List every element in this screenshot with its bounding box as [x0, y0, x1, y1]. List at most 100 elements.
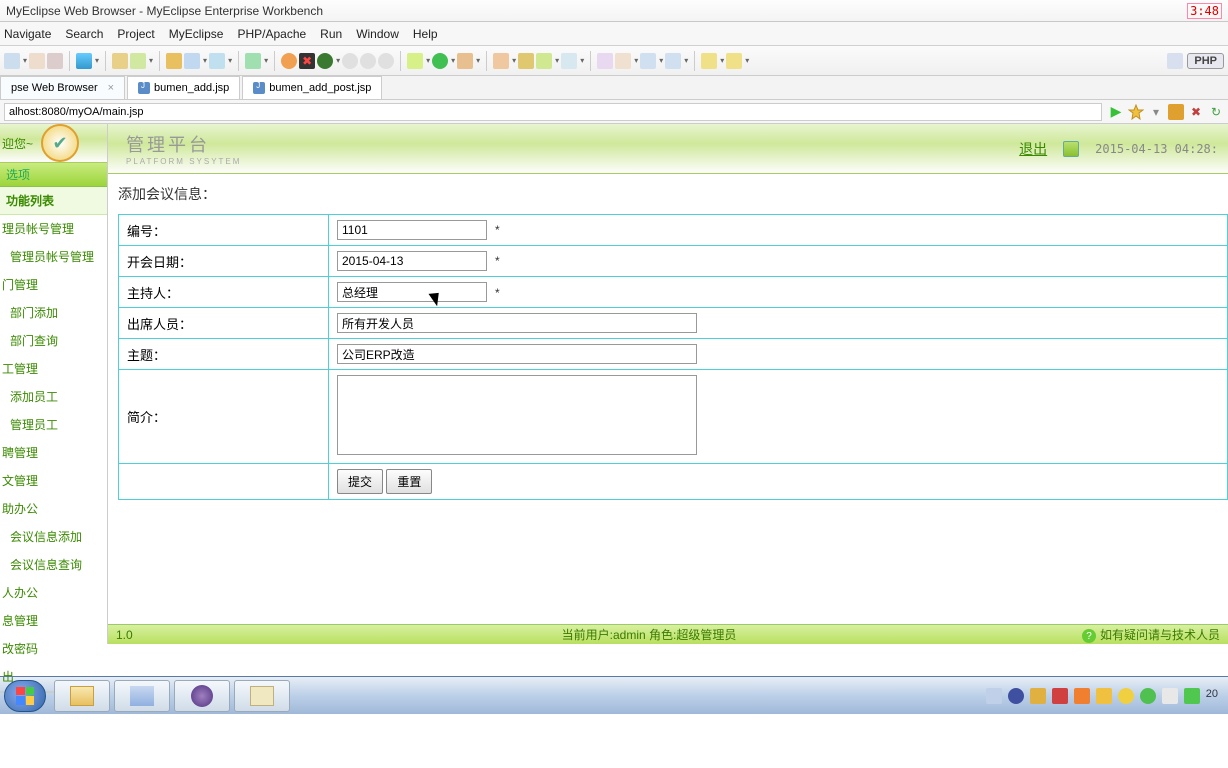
- sidebar-item-info[interactable]: 息管理: [0, 607, 107, 635]
- terminate-icon[interactable]: ✖: [299, 53, 315, 69]
- input-desc[interactable]: [337, 375, 697, 455]
- tab-web-browser[interactable]: pse Web Browser ×: [0, 76, 125, 99]
- ann-icon[interactable]: [615, 53, 631, 69]
- tray-g-icon[interactable]: [1118, 688, 1134, 704]
- progress-a-icon[interactable]: [342, 53, 358, 69]
- package-icon[interactable]: [166, 53, 182, 69]
- tray-b-icon[interactable]: [1008, 688, 1024, 704]
- sidebar-item-assist[interactable]: 助办公: [0, 495, 107, 523]
- input-attendees[interactable]: [337, 313, 697, 333]
- nav-b-icon[interactable]: [665, 53, 681, 69]
- exit-link[interactable]: 退出: [1019, 139, 1047, 159]
- menu-search[interactable]: Search: [65, 27, 103, 41]
- address-input[interactable]: [4, 103, 1102, 121]
- search-tb-icon[interactable]: [561, 53, 577, 69]
- sidebar-item-dept-add[interactable]: 部门添加: [0, 299, 107, 327]
- file-a-icon[interactable]: [184, 53, 200, 69]
- tray-h-icon[interactable]: [1140, 688, 1156, 704]
- run-config-icon[interactable]: [245, 53, 261, 69]
- new-icon[interactable]: [4, 53, 20, 69]
- menu-myeclipse[interactable]: MyEclipse: [169, 27, 224, 41]
- menu-navigate[interactable]: Navigate: [4, 27, 51, 41]
- sidebar-item-meeting-query[interactable]: 会议信息查询: [0, 551, 107, 579]
- tab-bumen-add[interactable]: bumen_add.jsp: [127, 76, 240, 99]
- input-subject[interactable]: [337, 344, 697, 364]
- tray-f-icon[interactable]: [1096, 688, 1112, 704]
- system-tray: 20: [986, 688, 1224, 704]
- label-attendees: 出席人员：: [119, 308, 329, 339]
- progress-b-icon[interactable]: [360, 53, 376, 69]
- stop-load-icon[interactable]: ✖: [1188, 104, 1204, 120]
- menu-window[interactable]: Window: [356, 27, 399, 41]
- sidebar-item-pwd[interactable]: 改密码: [0, 635, 107, 663]
- menu-project[interactable]: Project: [117, 27, 154, 41]
- box-icon[interactable]: [130, 53, 146, 69]
- save-all-icon[interactable]: [47, 53, 63, 69]
- sidebar-item-admin-acct[interactable]: 理员帐号管理: [0, 215, 107, 243]
- favorite-icon[interactable]: [1128, 104, 1144, 120]
- back-icon[interactable]: [701, 53, 717, 69]
- tray-c-icon[interactable]: [1030, 688, 1046, 704]
- fwd-icon[interactable]: [726, 53, 742, 69]
- start-button[interactable]: [4, 680, 46, 712]
- reset-button[interactable]: 重置: [386, 469, 432, 494]
- sidebar-item-admin-acct-mgmt[interactable]: 管理员帐号管理: [0, 243, 107, 271]
- tray-i-icon[interactable]: [1162, 688, 1178, 704]
- save-icon[interactable]: [29, 53, 45, 69]
- sidebar-item-dept[interactable]: 门管理: [0, 271, 107, 299]
- task-explorer[interactable]: [54, 680, 110, 712]
- run-icon[interactable]: [432, 53, 448, 69]
- sidebar-item-meeting-add[interactable]: 会议信息添加: [0, 523, 107, 551]
- menu-php-apache[interactable]: PHP/Apache: [237, 27, 306, 41]
- close-icon[interactable]: ×: [108, 82, 114, 94]
- perspective-php[interactable]: PHP: [1187, 53, 1224, 69]
- addr-drop-icon[interactable]: ▾: [1148, 104, 1164, 120]
- sidebar-tab[interactable]: 选项: [0, 163, 107, 187]
- sidebar-item-emp-mgmt[interactable]: 管理员工: [0, 411, 107, 439]
- home-icon[interactable]: [1168, 104, 1184, 120]
- perspective-icon[interactable]: [1167, 53, 1183, 69]
- tray-e-icon[interactable]: [1074, 688, 1090, 704]
- wand-icon[interactable]: [493, 53, 509, 69]
- menu-help[interactable]: Help: [413, 27, 438, 41]
- tray-j-icon[interactable]: [1184, 688, 1200, 704]
- input-host[interactable]: [337, 282, 487, 302]
- help-icon[interactable]: ?: [1082, 629, 1096, 643]
- input-id[interactable]: [337, 220, 487, 240]
- sidebar-item-hire[interactable]: 聘管理: [0, 439, 107, 467]
- filter-icon[interactable]: [597, 53, 613, 69]
- go-icon[interactable]: ▶: [1108, 104, 1124, 120]
- tab-label: bumen_add.jsp: [154, 82, 229, 94]
- sidebar: 迎您~ ✔ 选项 功能列表 理员帐号管理 管理员帐号管理 门管理 部门添加 部门…: [0, 124, 108, 644]
- tray-a-icon[interactable]: [986, 688, 1002, 704]
- progress-c-icon[interactable]: [378, 53, 394, 69]
- sidebar-item-personal[interactable]: 人办公: [0, 579, 107, 607]
- task-eclipse[interactable]: [174, 680, 230, 712]
- input-date[interactable]: [337, 251, 487, 271]
- sidebar-banner: 迎您~ ✔: [0, 124, 107, 163]
- folder-icon[interactable]: [112, 53, 128, 69]
- stop-icon[interactable]: [281, 53, 297, 69]
- task-app-a[interactable]: [114, 680, 170, 712]
- nav-a-icon[interactable]: [640, 53, 656, 69]
- ext-tool-icon[interactable]: [457, 53, 473, 69]
- bug-icon[interactable]: [407, 53, 423, 69]
- address-bar: ▶ ▾ ✖ ↻: [0, 100, 1228, 124]
- sidebar-item-emp-add[interactable]: 添加员工: [0, 383, 107, 411]
- sidebar-item-emp[interactable]: 工管理: [0, 355, 107, 383]
- submit-button[interactable]: 提交: [337, 469, 383, 494]
- user-info-text: 当前用户:admin 角色:超级管理员: [216, 626, 1082, 643]
- label-date: 开会日期：: [119, 246, 329, 277]
- reload-icon[interactable]: ↻: [1208, 104, 1224, 120]
- task-app-b[interactable]: [234, 680, 290, 712]
- globe-icon[interactable]: [76, 53, 92, 69]
- db-icon[interactable]: [317, 53, 333, 69]
- tab-bumen-add-post[interactable]: bumen_add_post.jsp: [242, 76, 382, 99]
- sidebar-item-dept-query[interactable]: 部门查询: [0, 327, 107, 355]
- file-b-icon[interactable]: [209, 53, 225, 69]
- menu-run[interactable]: Run: [320, 27, 342, 41]
- tray-d-icon[interactable]: [1052, 688, 1068, 704]
- open-task-icon[interactable]: [536, 53, 552, 69]
- open-type-icon[interactable]: [518, 53, 534, 69]
- sidebar-item-doc[interactable]: 文管理: [0, 467, 107, 495]
